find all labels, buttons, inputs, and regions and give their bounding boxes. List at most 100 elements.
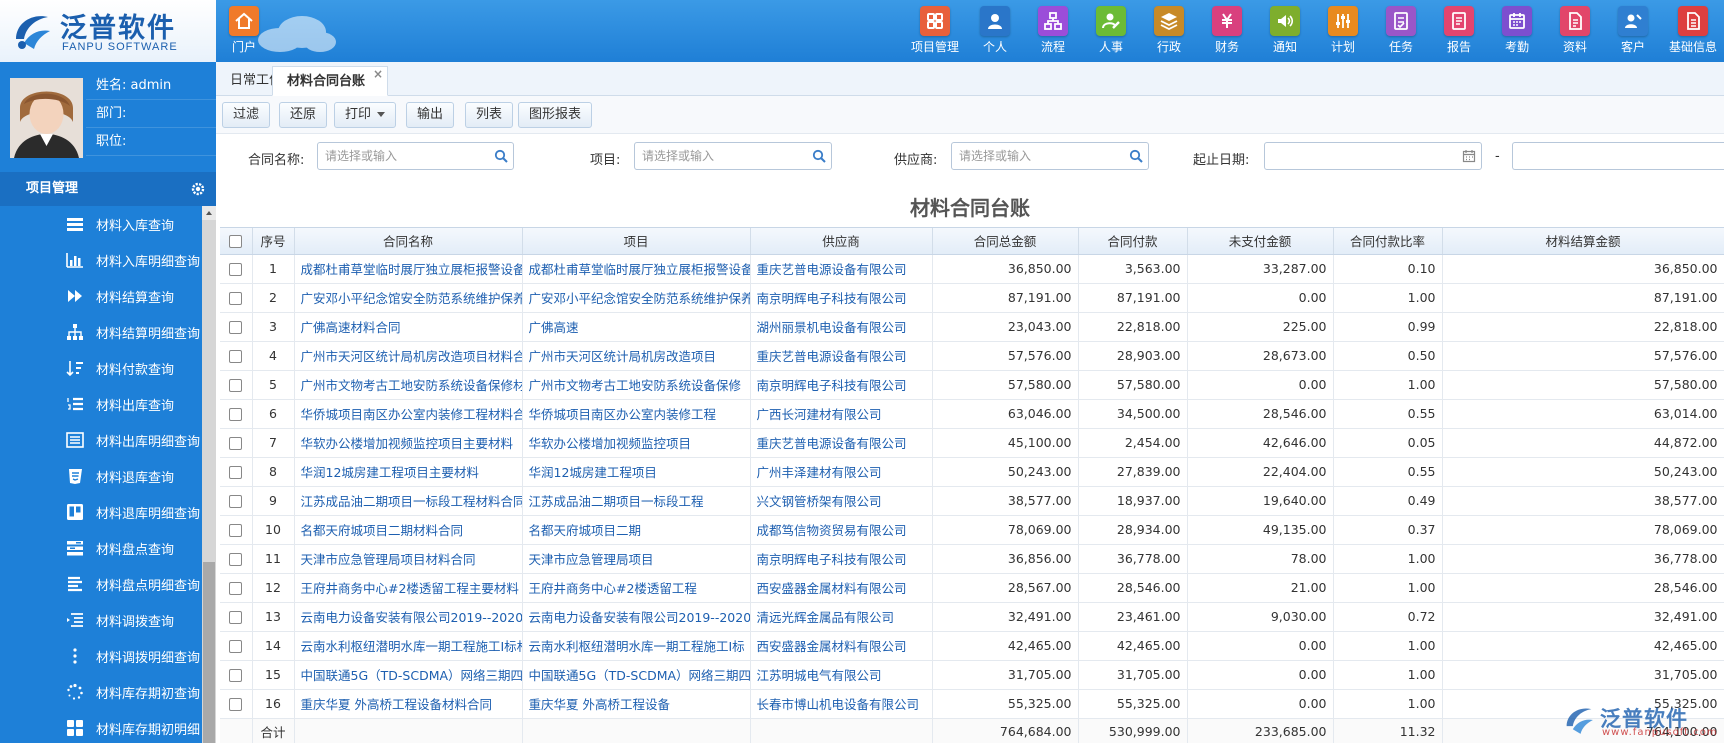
- search-icon[interactable]: [1129, 149, 1143, 163]
- restore-button[interactable]: 还原: [279, 102, 328, 128]
- row-checkbox-cell[interactable]: [220, 544, 253, 574]
- cell-project[interactable]: 王府井商务中心#2楼透留工程: [522, 573, 751, 603]
- top-nav-item-2[interactable]: 流程: [1024, 6, 1082, 56]
- sidebar-item-1[interactable]: 材料入库明细查询: [0, 242, 202, 278]
- row-checkbox[interactable]: [229, 466, 243, 479]
- row-checkbox[interactable]: [229, 263, 243, 276]
- row-checkbox[interactable]: [229, 611, 243, 624]
- print-button[interactable]: 打印: [334, 102, 397, 128]
- sidebar-item-3[interactable]: 材料结算明细查询: [0, 314, 202, 350]
- cell-contract-name[interactable]: 天津市应急管理局项目材料合同: [294, 544, 523, 574]
- row-checkbox-cell[interactable]: [220, 515, 253, 545]
- cell-supplier[interactable]: 重庆艺普电源设备有限公司: [750, 428, 933, 458]
- chart-report-button[interactable]: 图形报表: [518, 102, 593, 128]
- top-nav-item-3[interactable]: 人事: [1082, 6, 1140, 56]
- table-row[interactable]: 15中国联通5G（TD-SCDMA）网络三期四川材料合同中国联通5G（TD-SC…: [220, 660, 1724, 690]
- column-header-payment-ratio[interactable]: 合同付款比率: [1333, 228, 1443, 255]
- cell-project[interactable]: 中国联通5G（TD-SCDMA）网络三期四川: [522, 660, 751, 690]
- row-checkbox[interactable]: [229, 379, 243, 392]
- cell-contract-name[interactable]: 云南电力设备安装有限公司2019--2020年度材料合同: [294, 602, 523, 632]
- sidebar-item-6[interactable]: 材料出库明细查询: [0, 422, 202, 458]
- search-icon[interactable]: [494, 149, 508, 163]
- cell-project[interactable]: 华侨城项目南区办公室内装修工程: [522, 399, 751, 429]
- row-checkbox-cell[interactable]: [220, 660, 253, 690]
- project-input[interactable]: 请选择或输入: [634, 142, 832, 170]
- sidebar-item-13[interactable]: 材料库存期初查询: [0, 674, 202, 710]
- sidebar-item-14[interactable]: 材料库存期初明细: [0, 710, 202, 743]
- table-row[interactable]: 3 广佛高速材料合同 广佛高速 湖州丽景机电设备有限公司 23,043.00 22,818…: [220, 312, 1724, 342]
- column-header-contract-name[interactable]: 合同名称: [294, 228, 523, 255]
- cell-project[interactable]: 重庆华夏 外高桥工程设备: [522, 689, 751, 719]
- column-header-contract-paid[interactable]: 合同付款: [1078, 228, 1188, 255]
- close-icon[interactable]: ×: [373, 59, 383, 89]
- top-nav-item-4[interactable]: 行政: [1140, 6, 1198, 56]
- start-date-input[interactable]: [1264, 142, 1482, 170]
- row-checkbox-cell[interactable]: [220, 573, 253, 603]
- top-nav-item-1[interactable]: 个人: [966, 6, 1024, 56]
- cell-supplier[interactable]: 广州丰泽建材有限公司: [750, 457, 933, 487]
- cell-contract-name[interactable]: 中国联通5G（TD-SCDMA）网络三期四川材料合同: [294, 660, 523, 690]
- row-checkbox[interactable]: [229, 350, 243, 363]
- cell-contract-name[interactable]: 重庆华夏 外高桥工程设备材料合同: [294, 689, 523, 719]
- cell-contract-name[interactable]: 王府井商务中心#2楼透留工程主要材料: [294, 573, 523, 603]
- cell-contract-name[interactable]: 广州市文物考古工地安防系统设备保修材料合同: [294, 370, 523, 400]
- table-row[interactable]: 14云南水利枢纽潜明水库一期工程施工I标材料合同云南水利枢纽潜明水库一期工程施工…: [220, 631, 1724, 661]
- row-checkbox-cell[interactable]: [220, 486, 253, 516]
- column-header-seq[interactable]: 序号: [252, 228, 295, 255]
- cell-supplier[interactable]: 重庆艺普电源设备有限公司: [750, 341, 933, 371]
- top-nav-item-0[interactable]: 项目管理: [904, 6, 966, 56]
- top-nav-item-8[interactable]: 任务: [1372, 6, 1430, 56]
- list-button[interactable]: 列表: [465, 102, 514, 128]
- cell-supplier[interactable]: 重庆艺普电源设备有限公司: [750, 254, 933, 284]
- table-row[interactable]: 16 重庆华夏 外高桥工程设备材料合同 重庆华夏 外高桥工程设备 长春市博山机电设备有…: [220, 689, 1724, 719]
- cell-supplier[interactable]: 江苏明城电气有限公司: [750, 660, 933, 690]
- row-checkbox[interactable]: [229, 669, 243, 682]
- row-checkbox[interactable]: [229, 321, 243, 334]
- cell-contract-name[interactable]: 成都杜甫草堂临时展厅独立展柜报警设备合同: [294, 254, 523, 284]
- sidebar-item-9[interactable]: 材料盘点查询: [0, 530, 202, 566]
- cell-supplier[interactable]: 西安盛器金属材料有限公司: [750, 573, 933, 603]
- cell-contract-name[interactable]: 广佛高速材料合同: [294, 312, 523, 342]
- cell-project[interactable]: 成都杜甫草堂临时展厅独立展柜报警设备: [522, 254, 751, 284]
- cell-project[interactable]: 云南电力设备安装有限公司2019--2020年度: [522, 602, 751, 632]
- top-nav-item-10[interactable]: 考勤: [1488, 6, 1546, 56]
- gear-icon[interactable]: [190, 181, 206, 197]
- row-checkbox[interactable]: [229, 553, 243, 566]
- top-nav-item-12[interactable]: 客户: [1604, 6, 1662, 56]
- sidebar-item-5[interactable]: 材料出库查询: [0, 386, 202, 422]
- module-header-project-management[interactable]: 项目管理: [0, 172, 216, 206]
- cell-supplier[interactable]: 清远光辉金属品有限公司: [750, 602, 933, 632]
- table-row[interactable]: 8 华润12城房建工程项目主要材料 华润12城房建工程项目 广州丰泽建材有限公司 50,…: [220, 457, 1724, 487]
- cell-project[interactable]: 广州市文物考古工地安防系统设备保修: [522, 370, 751, 400]
- row-checkbox-cell[interactable]: [220, 370, 253, 400]
- table-row[interactable]: 2广安邓小平纪念馆安全防范系统维护保养项目合同广安邓小平纪念馆安全防范系统维护保…: [220, 283, 1724, 313]
- row-checkbox[interactable]: [229, 524, 243, 537]
- end-date-input[interactable]: [1512, 142, 1724, 170]
- cell-contract-name[interactable]: 广安邓小平纪念馆安全防范系统维护保养项目合同: [294, 283, 523, 313]
- cell-supplier[interactable]: 南京明辉电子科技有限公司: [750, 283, 933, 313]
- contract-name-input[interactable]: 请选择或输入: [317, 142, 514, 170]
- column-header-supplier[interactable]: 供应商: [750, 228, 933, 255]
- select-all-checkbox[interactable]: [229, 235, 243, 249]
- calendar-icon[interactable]: [1462, 149, 1476, 163]
- top-nav-item-7[interactable]: 计划: [1314, 6, 1372, 56]
- top-nav-item-13[interactable]: 基础信息: [1662, 6, 1724, 56]
- row-checkbox-cell[interactable]: [220, 602, 253, 632]
- filter-button[interactable]: 过滤: [222, 102, 271, 128]
- cell-contract-name[interactable]: 云南水利枢纽潜明水库一期工程施工I标材料合同: [294, 631, 523, 661]
- sidebar-item-10[interactable]: 材料盘点明细查询: [0, 566, 202, 602]
- export-button[interactable]: 输出: [406, 102, 455, 128]
- column-header-unpaid[interactable]: 未支付金额: [1187, 228, 1334, 255]
- cell-supplier[interactable]: 成都笃信物资贸易有限公司: [750, 515, 933, 545]
- tab-material-contract-ledger[interactable]: 材料合同台账 ×: [272, 66, 389, 96]
- row-checkbox[interactable]: [229, 698, 243, 711]
- row-checkbox-cell[interactable]: [220, 341, 253, 371]
- sidebar-item-4[interactable]: 材料付款查询: [0, 350, 202, 386]
- table-row[interactable]: 5广州市文物考古工地安防系统设备保修材料合同广州市文物考古工地安防系统设备保修南…: [220, 370, 1724, 400]
- row-checkbox-cell[interactable]: [220, 283, 253, 313]
- row-checkbox[interactable]: [229, 437, 243, 450]
- cell-project[interactable]: 云南水利枢纽潜明水库一期工程施工I标: [522, 631, 751, 661]
- sidebar-scrollbar[interactable]: [202, 206, 216, 743]
- sidebar-item-8[interactable]: 材料退库明细查询: [0, 494, 202, 530]
- sidebar-item-11[interactable]: 材料调拨查询: [0, 602, 202, 638]
